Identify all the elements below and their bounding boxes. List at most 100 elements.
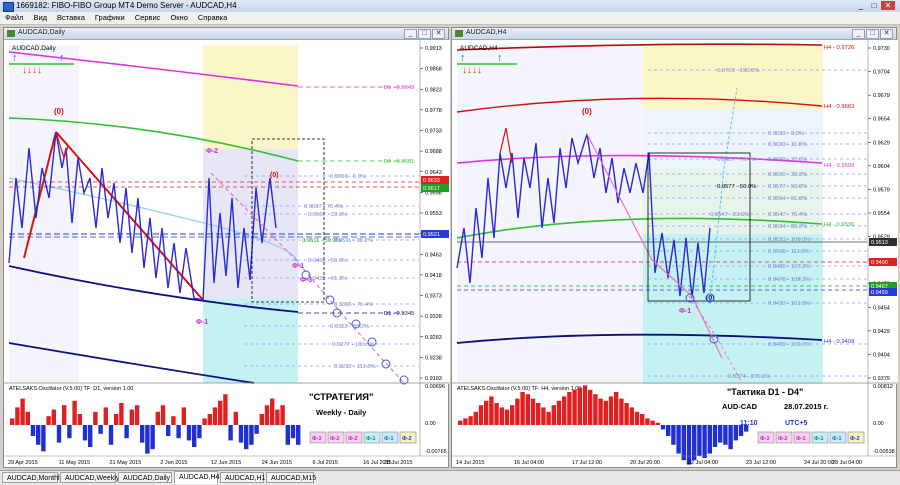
tab-daily[interactable]: AUDCAD,Daily: [118, 472, 172, 483]
level-label: 0.9422 - 61.8%: [308, 276, 347, 282]
price-scale-label: 0.9193: [425, 376, 442, 382]
fib-button-label: Ф-1: [832, 436, 842, 442]
tab-h1[interactable]: AUDCAD,H1: [220, 472, 265, 483]
histogram-bar: [82, 425, 88, 441]
wave-label: Ф-1: [292, 263, 304, 270]
histogram-bar: [202, 418, 207, 425]
chart-window-h4[interactable]: AUDCAD,H4 _ □ ✕ ↑ ↑ ↓↓↓↓ AUDCAD,H4 (0) Ф-1: [451, 27, 898, 469]
histogram-bar: [541, 407, 546, 425]
chart-left-zone: [9, 45, 79, 383]
fib-zone-lower: [203, 299, 298, 383]
date-label: 6 Jul 2015: [313, 460, 338, 466]
histogram-bar: [504, 409, 510, 425]
menu-help[interactable]: Справка: [193, 12, 232, 24]
price-scale-label: 0.9679: [873, 93, 890, 99]
wave-label: (0): [270, 172, 279, 179]
level-label: D1 - 0.9345: [384, 311, 414, 317]
level-label: 0.9232 - 111.8%: [334, 364, 376, 370]
date-label: 2 Jun 2015: [160, 460, 187, 466]
histogram-bar: [588, 389, 593, 425]
histogram-bar: [697, 425, 702, 456]
price-scale-label: 0.9730: [873, 46, 890, 52]
menu-view[interactable]: Вид: [28, 12, 52, 24]
tab-weekly[interactable]: AUDCAD,Weekly: [60, 472, 119, 483]
histogram-bar: [41, 425, 46, 452]
price-scale-label: 0.9463: [425, 252, 442, 258]
histogram-bar: [458, 420, 463, 425]
date-label: 24 Jun 2015: [262, 460, 292, 466]
level-label: 0.9521 - 100.0%: [768, 237, 811, 243]
histogram-bar: [124, 425, 129, 439]
price-scale-label: 0.9404: [873, 352, 890, 358]
oscillator-title: ATEI.SAKS.Oscillator (V.5.00) TF: D1, ve…: [9, 386, 133, 392]
menu-insert[interactable]: Вставка: [52, 12, 90, 24]
fib-button-group[interactable]: Ф-3 Ф-2 Ф-2 Ф-1 Ф-1 Ф-2: [309, 431, 417, 444]
price-tag-label: 0.9617: [423, 186, 440, 192]
histogram-bar: [702, 425, 707, 458]
level-label: H4 - 0.9726: [824, 45, 854, 51]
level-label: 0.9466 - 50.0%: [308, 258, 347, 264]
price-scale-label: 0.9328: [425, 314, 442, 320]
histogram-bar: [207, 414, 212, 425]
price-scale-label: 0.9579: [873, 187, 890, 193]
level-label: 0.9567 - 23.6%: [308, 212, 347, 218]
fib-button-label: Ф-1: [384, 436, 394, 442]
fib-button-label: Ф-2: [348, 436, 358, 442]
histogram-bar: [603, 400, 608, 425]
histogram-bar: [166, 425, 171, 436]
level-label: 0.9366 - 76.4%: [334, 302, 373, 308]
tab-h4[interactable]: AUDCAD,H4: [174, 471, 219, 484]
fib-button-label: Ф-1: [366, 436, 376, 442]
maximize-button[interactable]: □: [868, 1, 880, 10]
histogram-bar: [530, 398, 536, 425]
daily-chart[interactable]: ↑ ↑ ↓↓↓↓ AUDCAD,Daily (0) Ф-2 (0) Ф-1 Ф-…: [4, 28, 450, 469]
price-scale-label: 0.9688: [425, 149, 442, 155]
histogram-bar: [562, 396, 567, 425]
tab-m15[interactable]: AUDCAD,M15: [266, 472, 316, 483]
fib-zone-upper: [203, 45, 298, 149]
price-tag-label: 0.9490: [871, 260, 888, 266]
price-scale-label: 0.9373: [425, 294, 442, 300]
histogram-bar: [655, 422, 660, 425]
close-button[interactable]: ✕: [881, 1, 895, 10]
histogram-bar: [494, 403, 499, 425]
histogram-bar: [489, 396, 494, 425]
date-label: 21 May 2015: [110, 460, 142, 466]
menu-charts[interactable]: Графики: [90, 12, 130, 24]
level-label: 0.9547 - 23.6%: [710, 212, 749, 218]
chart-tab-bar: AUDCAD,Monthly AUDCAD,Weekly AUDCAD,Dail…: [0, 470, 900, 485]
histogram-bar: [114, 414, 119, 425]
histogram-bar: [614, 392, 619, 425]
histogram-bar: [176, 425, 181, 439]
histogram-bar: [36, 425, 41, 445]
histogram-bar: [723, 425, 728, 445]
tab-monthly[interactable]: AUDCAD,Monthly: [2, 472, 63, 483]
histogram-bar: [556, 400, 562, 425]
price-scale-label: 0.9454: [873, 305, 890, 311]
wave-label: (0): [54, 107, 64, 116]
histogram-bar: [46, 416, 51, 425]
arrow-down-icons: ↓↓↓↓: [22, 65, 42, 76]
level-label: 0.9374 - 270.0%: [728, 374, 771, 380]
histogram-bar: [108, 425, 114, 445]
h4-chart[interactable]: ↑ ↑ ↓↓↓↓ AUDCAD,H4 (0) Ф-1 (0) H4 - 0.97…: [452, 28, 898, 469]
histogram-bar: [478, 405, 484, 425]
oscillator-scale-label: -0.00538: [873, 449, 895, 455]
chart-window-daily[interactable]: AUDCAD,Daily _ □ ✕ ↑ ↑ ↓↓↓↓ AUDCAD,Daily…: [3, 27, 450, 469]
histogram-bar: [463, 418, 468, 425]
date-label: 11 May 2015: [59, 460, 90, 466]
menu-tools[interactable]: Сервис: [130, 12, 166, 24]
minimize-button[interactable]: _: [855, 1, 867, 10]
histogram-bar: [499, 407, 504, 425]
histogram-bar: [160, 405, 166, 425]
histogram-bar: [134, 405, 140, 425]
fib-button-group[interactable]: Ф-3 Ф-2 Ф-1 Ф-1 Ф-1 Ф-2: [757, 431, 865, 444]
histogram-bar: [681, 425, 686, 461]
price-scale-label: 0.9604: [873, 164, 890, 170]
histogram-bar: [577, 387, 582, 425]
menu-file[interactable]: Файл: [0, 12, 28, 24]
app-title: 1669182: FIBO-FIBO Group MT4 Demo Server…: [16, 1, 237, 10]
histogram-bar: [520, 392, 525, 425]
histogram-bar: [56, 425, 62, 443]
menu-window[interactable]: Окно: [165, 12, 192, 24]
